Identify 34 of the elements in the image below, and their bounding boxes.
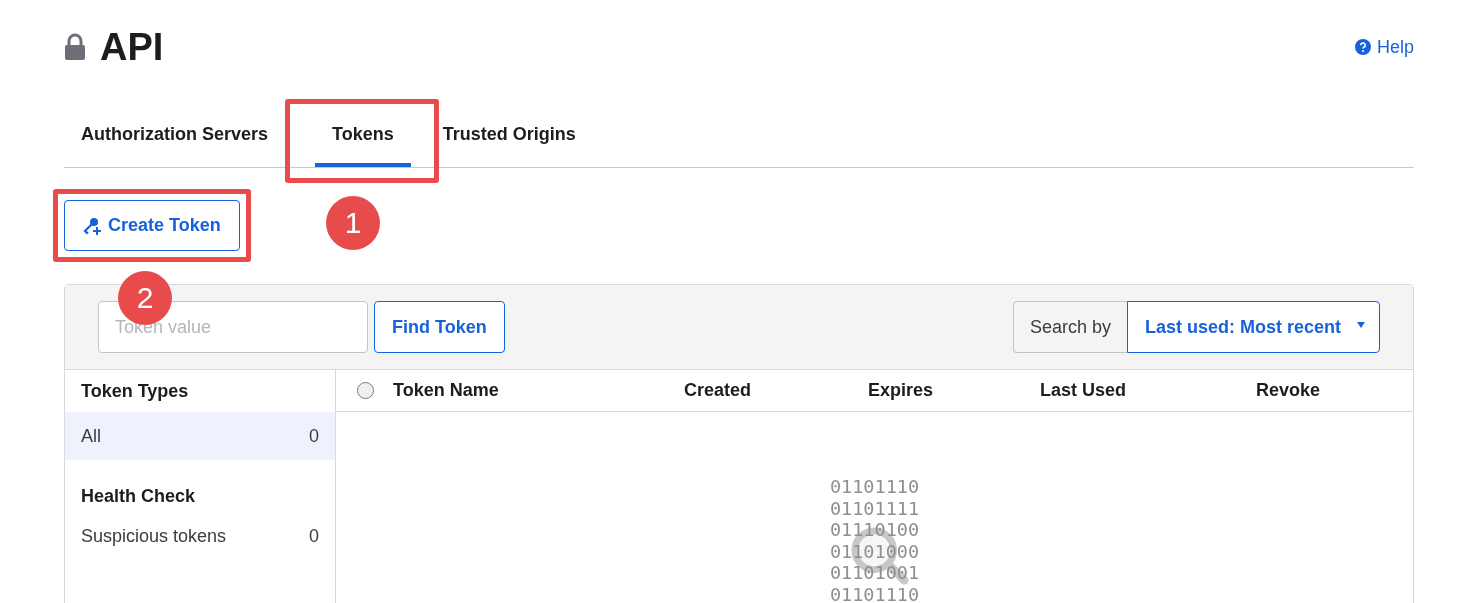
column-header: Created (684, 380, 752, 401)
help-icon (1354, 39, 1371, 55)
binary-line: 01101111 (829, 497, 920, 519)
callout-number: 1 (326, 196, 381, 250)
binary-line: 01101000 (829, 540, 920, 562)
column-header: Revoke (1256, 380, 1321, 401)
column-header: Token Name (393, 380, 499, 401)
tab[interactable]: Tokens (315, 110, 411, 167)
binary-line: 01101110 (829, 476, 920, 498)
item-count: 0 (309, 525, 319, 547)
create-token-button[interactable]: Create Token (64, 200, 240, 251)
binary-line: 01110100 (829, 519, 920, 541)
search-by-dropdown[interactable]: Last used: Most recent (1126, 301, 1380, 353)
sidebar-item-label: All (81, 425, 101, 447)
caret-icon (1357, 322, 1365, 328)
tab[interactable]: Authorization Servers (64, 110, 286, 167)
column-header: Last Used (1040, 380, 1127, 401)
sidebar-item[interactable]: All 0 (65, 412, 335, 460)
column-header: Expires (868, 380, 934, 401)
search-by-label: Search by (1012, 301, 1127, 353)
page-title: API (100, 25, 164, 70)
help-link[interactable]: Help (1354, 36, 1414, 58)
tab[interactable]: Trusted Origins (438, 110, 593, 167)
sidebar-item[interactable]: Suspicious tokens 0 (65, 512, 335, 560)
key-plus-icon (82, 215, 102, 236)
select-all-radio[interactable] (356, 382, 374, 399)
sidebar-heading: Token Types (80, 379, 190, 403)
lock-icon (64, 33, 86, 61)
binary-line: 01101001 (829, 562, 920, 584)
sidebar-item-label: Suspicious tokens (81, 525, 227, 547)
item-count: 0 (309, 425, 319, 447)
sidebar-heading: Health Check (80, 484, 197, 508)
find-token-button[interactable]: Find Token (374, 301, 505, 353)
binary-line: 01101110 (829, 583, 920, 603)
